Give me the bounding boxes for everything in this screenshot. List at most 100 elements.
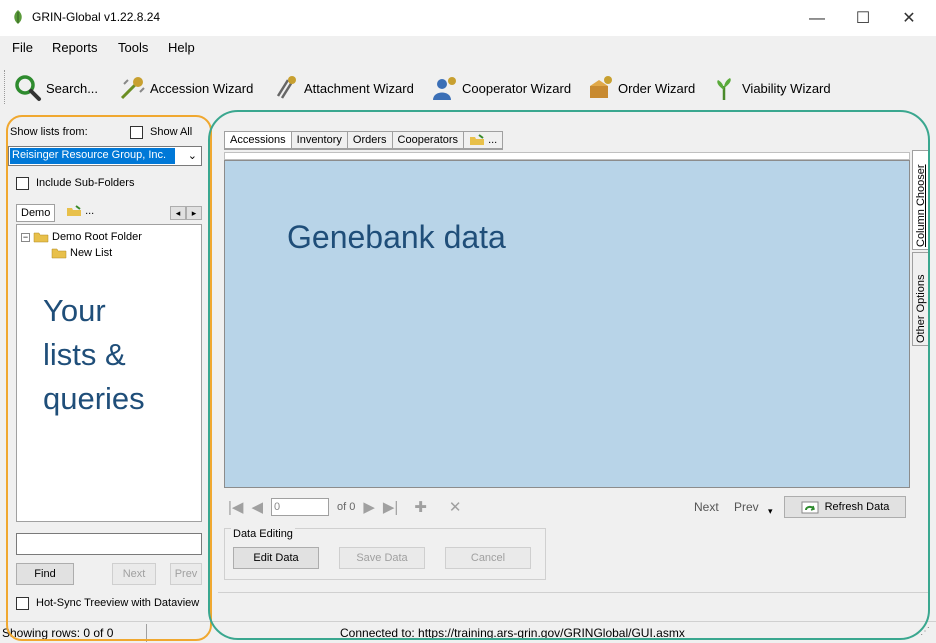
tree-node-root[interactable]: − Demo Root Folder — [21, 231, 142, 243]
tab-scroll-left-button[interactable]: ◂ — [170, 206, 186, 220]
accession-wizard-button[interactable]: Accession Wizard — [118, 72, 253, 104]
chevron-down-icon: ⌄ — [187, 150, 197, 162]
find-input[interactable] — [16, 533, 202, 555]
window-title: GRIN-Global v1.22.8.24 — [32, 10, 161, 24]
position-input[interactable]: 0 — [270, 498, 329, 516]
viability-wizard-icon — [717, 78, 731, 100]
owner-select[interactable]: Reisinger Resource Group, Inc. ⌄ — [8, 146, 202, 166]
folder-open-icon — [33, 232, 49, 243]
hotsync-label: Hot-Sync Treeview with Dataview — [36, 597, 200, 609]
dropdown-arrow-icon[interactable]: ▾ — [768, 506, 773, 517]
refresh-data-button[interactable]: Refresh Data — [784, 496, 906, 518]
column-chooser-tab[interactable]: Column Chooser — [912, 150, 930, 250]
menu-tools[interactable]: Tools — [118, 40, 148, 55]
tab-accessions[interactable]: Accessions — [224, 130, 292, 149]
last-record-icon[interactable]: ▶| — [383, 498, 398, 516]
cooperator-wizard-button[interactable]: Cooperator Wizard — [430, 72, 571, 104]
minimize-button[interactable]: — — [794, 6, 840, 32]
save-data-button[interactable]: Save Data — [339, 547, 425, 569]
status-connection: Connected to: https://training.ars-grin.… — [340, 626, 685, 640]
data-editing-label: Data Editing — [231, 528, 295, 540]
menu-help[interactable]: Help — [168, 40, 195, 55]
tab-scroll-right-button[interactable]: ▸ — [186, 206, 202, 220]
next-record-icon[interactable]: ▶ — [363, 498, 375, 516]
first-record-icon[interactable]: |◀ — [228, 498, 243, 516]
tree-node-new-list[interactable]: New List — [51, 247, 112, 259]
order-wizard-label: Order Wizard — [618, 80, 696, 96]
menu-reports[interactable]: Reports — [52, 40, 98, 55]
toolbar-grip[interactable] — [4, 70, 7, 104]
tab-new-folder[interactable]: ... — [66, 205, 94, 217]
accession-wizard-icon — [120, 77, 145, 100]
show-all-checkbox[interactable] — [130, 126, 143, 139]
cooperator-wizard-icon — [433, 77, 456, 100]
overlay-line-2: lists & — [43, 337, 126, 372]
resize-grip-icon[interactable]: ⋰ — [920, 626, 930, 637]
order-wizard-icon — [590, 76, 612, 98]
overlay-line-3: queries — [43, 381, 145, 416]
order-wizard-button[interactable]: Order Wizard — [586, 72, 695, 104]
overlay-line-1: Your — [43, 293, 106, 328]
previous-record-icon[interactable]: ◀ — [251, 498, 263, 516]
include-subfolders-checkbox[interactable] — [16, 177, 29, 190]
lists-overlay-annotation: Your lists & queries — [43, 289, 145, 421]
grid-overlay-annotation: Genebank data — [287, 219, 506, 255]
data-editing-group: Data Editing Edit Data Save Data Cancel — [224, 528, 546, 580]
tab-more-label: ... — [85, 205, 95, 217]
tree-root-label: Demo Root Folder — [52, 231, 142, 243]
show-all-label: Show All — [150, 126, 193, 138]
tab-demo[interactable]: Demo — [16, 204, 56, 222]
close-button[interactable]: ✕ — [886, 6, 932, 32]
status-bar: Showing rows: 0 of 0 Connected to: https… — [0, 621, 936, 643]
other-options-label: Other Options — [915, 274, 927, 343]
tab-add-more-label: ... — [488, 133, 498, 146]
list-treeview[interactable]: − Demo Root Folder New List Your lists &… — [16, 224, 202, 522]
refresh-data-label: Refresh Data — [824, 501, 890, 513]
grin-global-logo-icon — [14, 10, 22, 24]
prev-label[interactable]: Prev — [734, 500, 759, 514]
data-grid[interactable]: Genebank data — [224, 160, 910, 488]
accession-wizard-label: Accession Wizard — [150, 80, 254, 96]
record-count-label: of 0 — [336, 501, 356, 513]
next-label[interactable]: Next — [694, 500, 719, 514]
status-divider — [146, 624, 147, 642]
show-lists-from-label: Show lists from: — [10, 126, 88, 138]
dataview-tabs: Accessions Inventory Orders Cooperators … — [224, 130, 504, 150]
find-prev-button[interactable]: Prev — [170, 563, 202, 585]
search-icon — [15, 75, 41, 101]
tab-inventory[interactable]: Inventory — [291, 130, 348, 149]
find-button[interactable]: Find — [16, 563, 74, 585]
collapse-icon[interactable]: − — [21, 232, 30, 242]
tree-child-label: New List — [70, 247, 113, 259]
delete-record-icon[interactable]: ✕ — [449, 498, 462, 516]
find-next-button[interactable]: Next — [112, 563, 156, 585]
grid-header-strip — [224, 152, 910, 160]
other-options-tab[interactable]: Other Options — [912, 252, 930, 346]
hotsync-checkbox[interactable] — [16, 597, 29, 610]
record-navigator: |◀ ◀ 0 of 0 ▶ ▶| ✚ ✕ — [228, 496, 461, 518]
edit-data-button[interactable]: Edit Data — [233, 547, 319, 569]
folder-add-icon — [470, 133, 485, 145]
title-bar: GRIN-Global v1.22.8.24 — ☐ ✕ — [0, 0, 936, 36]
menu-file[interactable]: File — [12, 40, 33, 55]
folder-icon — [51, 248, 67, 259]
cooperator-wizard-label: Cooperator Wizard — [462, 80, 572, 96]
search-button[interactable]: Search... — [14, 72, 98, 104]
refresh-icon — [801, 501, 819, 514]
tab-cooperators[interactable]: Cooperators — [392, 130, 465, 149]
maximize-button[interactable]: ☐ — [840, 6, 886, 32]
viability-wizard-label: Viability Wizard — [742, 80, 831, 96]
cancel-button[interactable]: Cancel — [445, 547, 531, 569]
add-record-icon[interactable]: ✚ — [414, 498, 427, 516]
search-button-label: Search... — [46, 80, 99, 96]
viability-wizard-button[interactable]: Viability Wizard — [710, 72, 831, 104]
data-panel: Accessions Inventory Orders Cooperators … — [218, 118, 930, 640]
status-rows: Showing rows: 0 of 0 — [2, 626, 114, 640]
column-chooser-label: Column Chooser — [915, 164, 927, 247]
owner-select-value: Reisinger Resource Group, Inc. — [10, 148, 175, 164]
include-subfolders-label: Include Sub-Folders — [36, 177, 135, 189]
tab-orders[interactable]: Orders — [347, 130, 393, 149]
attachment-wizard-button[interactable]: Attachment Wizard — [272, 72, 414, 104]
attachment-wizard-label: Attachment Wizard — [304, 80, 414, 96]
tab-add-dataview[interactable]: ... — [464, 130, 504, 149]
